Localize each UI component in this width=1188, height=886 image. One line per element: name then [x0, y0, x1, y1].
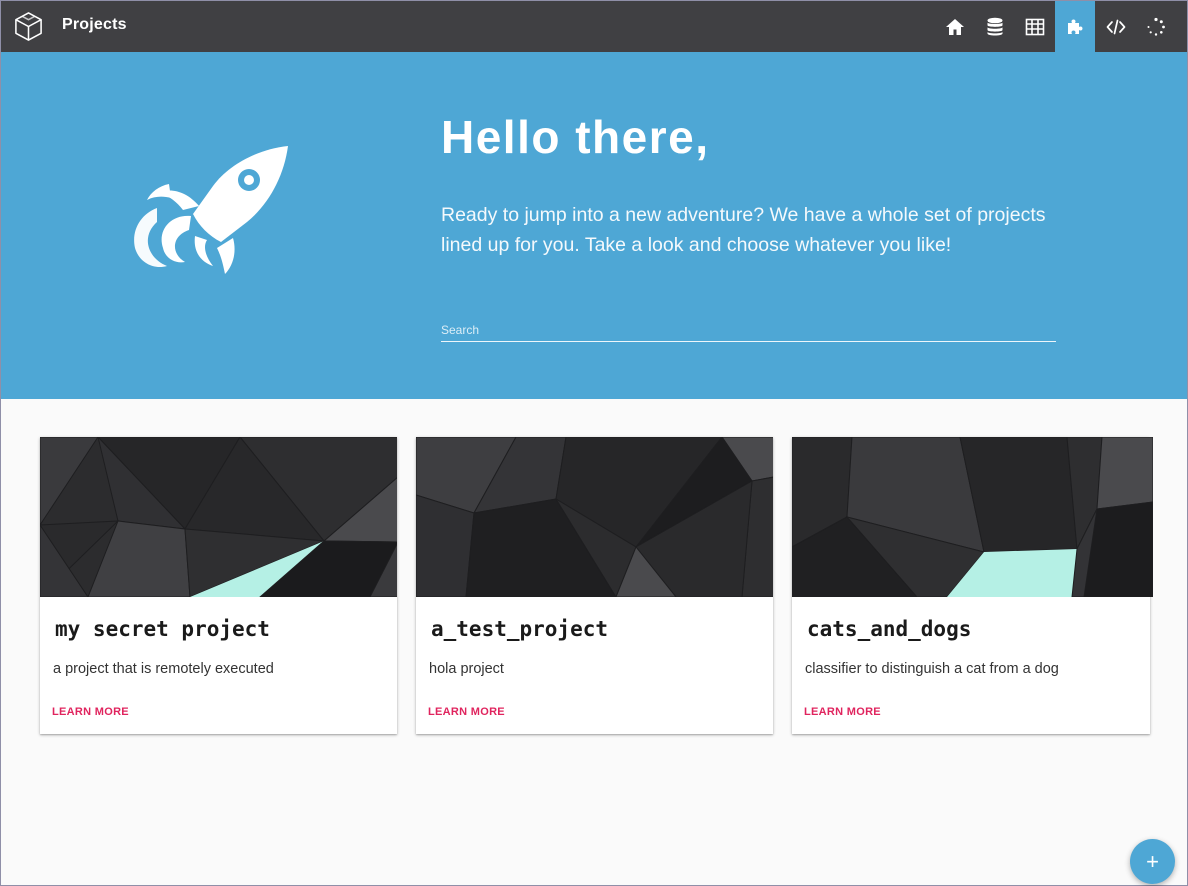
hero-title: Hello there, [441, 111, 710, 163]
card-description: classifier to distinguish a cat from a d… [805, 661, 1059, 677]
card-cover-image [792, 437, 1153, 597]
top-bar: Projects [1, 1, 1187, 52]
nav-table-button[interactable] [1015, 1, 1055, 52]
rocket-icon [134, 146, 288, 274]
learn-more-link[interactable]: LEARN MORE [804, 706, 881, 718]
table-icon [1025, 18, 1045, 35]
project-card[interactable]: cats_and_dogs classifier to distinguish … [792, 437, 1153, 734]
search-input[interactable] [441, 318, 1056, 342]
card-title: a_test_project [431, 617, 609, 641]
nav-database-button[interactable] [975, 1, 1015, 52]
home-icon [946, 18, 964, 35]
nav-loading-button[interactable] [1136, 1, 1176, 52]
spinner-icon [1147, 17, 1165, 36]
project-card[interactable]: a_test_project hola project LEARN MORE [416, 437, 773, 734]
card-description: hola project [429, 661, 504, 677]
add-project-button[interactable]: + [1130, 839, 1175, 884]
hero-banner: Hello there, Ready to jump into a new ad… [1, 52, 1187, 399]
puzzle-icon [1068, 19, 1083, 34]
card-title: cats_and_dogs [807, 617, 972, 641]
nav-home-button[interactable] [935, 1, 975, 52]
card-description: a project that is remotely executed [53, 661, 274, 677]
learn-more-link[interactable]: LEARN MORE [52, 706, 129, 718]
card-title: my secret project [55, 617, 270, 641]
plus-icon: + [1146, 848, 1159, 874]
project-card[interactable]: my secret project a project that is remo… [40, 437, 397, 734]
card-cover-image [40, 437, 397, 597]
nav-projects-button[interactable] [1055, 1, 1095, 52]
nav-code-button[interactable] [1096, 1, 1136, 52]
page-title: Projects [62, 16, 127, 33]
card-cover-image [416, 437, 773, 597]
hero-description: Ready to jump into a new adventure? We h… [441, 204, 1046, 256]
code-icon [1106, 19, 1126, 34]
database-icon [987, 17, 1003, 36]
cube-logo-icon[interactable] [13, 11, 44, 42]
learn-more-link[interactable]: LEARN MORE [428, 706, 505, 718]
